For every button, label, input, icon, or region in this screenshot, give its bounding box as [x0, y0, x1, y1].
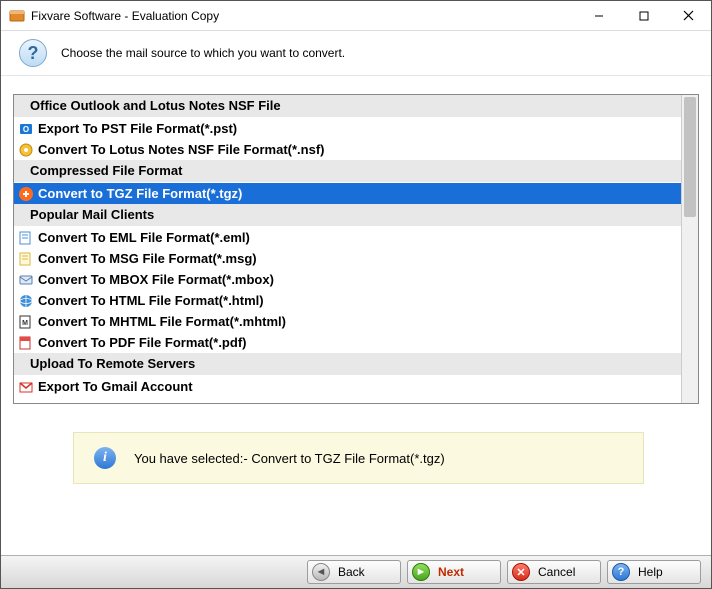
app-icon: [9, 8, 25, 24]
title-bar: Fixvare Software - Evaluation Copy: [1, 1, 711, 31]
option-msg[interactable]: Convert To MSG File Format(*.msg): [14, 248, 681, 269]
next-icon: ►: [412, 563, 430, 581]
back-icon: ◄: [312, 563, 330, 581]
gmail-icon: [18, 379, 34, 395]
scrollbar-thumb[interactable]: [684, 97, 696, 217]
back-button[interactable]: ◄ Back: [307, 560, 401, 584]
group-compressed: Compressed File Format: [14, 160, 681, 183]
button-label: Next: [438, 565, 464, 579]
group-remote: Upload To Remote Servers: [14, 353, 681, 376]
option-label: Convert To MBOX File Format(*.mbox): [38, 270, 274, 289]
option-label: Convert To EML File Format(*.eml): [38, 228, 250, 247]
nsf-icon: [18, 142, 34, 158]
option-label: Convert To HTML File Format(*.html): [38, 291, 264, 310]
option-label: Convert To Lotus Notes NSF File Format(*…: [38, 140, 325, 159]
maximize-button[interactable]: [621, 1, 666, 30]
minimize-button[interactable]: [576, 1, 621, 30]
option-pst[interactable]: O Export To PST File Format(*.pst): [14, 118, 681, 139]
svg-text:M: M: [22, 320, 28, 327]
content-area: Office Outlook and Lotus Notes NSF File …: [1, 76, 711, 492]
group-popular: Popular Mail Clients: [14, 204, 681, 227]
info-text: You have selected:- Convert to TGZ File …: [134, 451, 445, 466]
msg-icon: [18, 251, 34, 267]
next-button[interactable]: ► Next: [407, 560, 501, 584]
window-title: Fixvare Software - Evaluation Copy: [31, 9, 576, 23]
option-label: Export To PST File Format(*.pst): [38, 119, 237, 138]
button-label: Cancel: [538, 565, 575, 579]
option-nsf[interactable]: Convert To Lotus Notes NSF File Format(*…: [14, 139, 681, 160]
group-outlook-notes: Office Outlook and Lotus Notes NSF File: [14, 95, 681, 118]
header: ? Choose the mail source to which you wa…: [1, 31, 711, 76]
cancel-icon: ✕: [512, 563, 530, 581]
format-listbox[interactable]: Office Outlook and Lotus Notes NSF File …: [13, 94, 699, 404]
option-mhtml[interactable]: M Convert To MHTML File Format(*.mhtml): [14, 311, 681, 332]
scrollbar[interactable]: [681, 95, 698, 403]
option-pdf[interactable]: Convert To PDF File Format(*.pdf): [14, 332, 681, 353]
help-icon: ?: [612, 563, 630, 581]
button-label: Back: [338, 565, 365, 579]
info-box: i You have selected:- Convert to TGZ Fil…: [73, 432, 644, 484]
option-label: Convert To MSG File Format(*.msg): [38, 249, 257, 268]
cancel-button[interactable]: ✕ Cancel: [507, 560, 601, 584]
window-controls: [576, 1, 711, 30]
option-eml[interactable]: Convert To EML File Format(*.eml): [14, 227, 681, 248]
option-html[interactable]: Convert To HTML File Format(*.html): [14, 290, 681, 311]
html-icon: [18, 293, 34, 309]
svg-text:O: O: [23, 125, 29, 134]
option-label: Convert To MHTML File Format(*.mhtml): [38, 312, 286, 331]
tgz-icon: [18, 186, 34, 202]
button-label: Help: [638, 565, 663, 579]
close-button[interactable]: [666, 1, 711, 30]
footer: ◄ Back ► Next ✕ Cancel ? Help: [1, 555, 711, 588]
option-label: Convert to TGZ File Format(*.tgz): [38, 184, 242, 203]
pdf-icon: [18, 335, 34, 351]
question-icon: ?: [19, 39, 47, 67]
option-label: Convert To PDF File Format(*.pdf): [38, 333, 246, 352]
info-icon: i: [94, 447, 116, 469]
eml-icon: [18, 230, 34, 246]
option-label: Export To Gmail Account: [38, 377, 193, 396]
pst-icon: O: [18, 121, 34, 137]
option-tgz[interactable]: Convert to TGZ File Format(*.tgz): [14, 183, 681, 204]
option-gmail[interactable]: Export To Gmail Account: [14, 376, 681, 397]
option-mbox[interactable]: Convert To MBOX File Format(*.mbox): [14, 269, 681, 290]
header-prompt: Choose the mail source to which you want…: [61, 46, 345, 60]
mbox-icon: [18, 272, 34, 288]
mhtml-icon: M: [18, 314, 34, 330]
help-button[interactable]: ? Help: [607, 560, 701, 584]
